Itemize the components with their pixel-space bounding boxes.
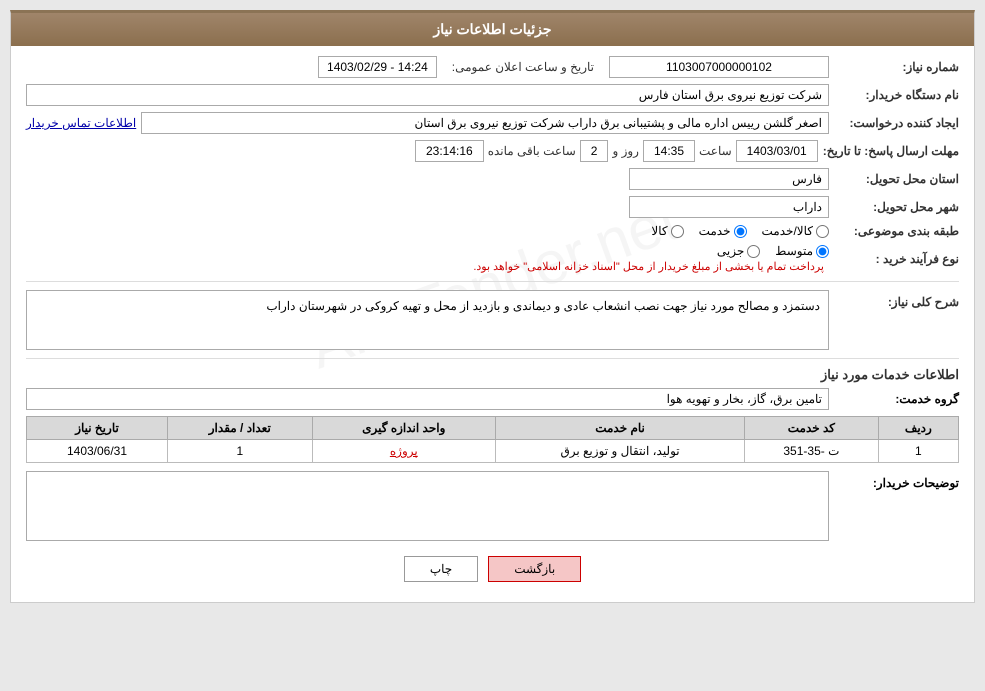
col-unit: واحد اندازه گیری: [312, 417, 495, 440]
category-khedmat-label: خدمت: [699, 224, 731, 238]
need-number-row: شماره نیاز: تاریخ و ساعت اعلان عمومی: 14…: [26, 56, 959, 78]
service-group-input[interactable]: [26, 388, 829, 410]
cell-date: 1403/06/31: [27, 440, 168, 463]
province-label: استان محل تحویل:: [829, 172, 959, 186]
category-kala-khedmat-radio[interactable]: [816, 225, 829, 238]
deadline-label: مهلت ارسال پاسخ: تا تاریخ:: [818, 144, 959, 158]
category-kala-label: کالا: [651, 224, 667, 238]
purchase-type-jozi[interactable]: جزیی: [717, 244, 760, 258]
purchase-type-row: نوع فرآیند خرید : متوسط جزیی: [26, 244, 959, 273]
creator-value: اصغر گلشن رییس اداره مالی و پشتیبانی برق…: [141, 112, 829, 134]
category-kala-radio[interactable]: [671, 225, 684, 238]
creator-label: ایجاد کننده درخواست:: [829, 116, 959, 130]
category-radio-group: کالا/خدمت خدمت کالا: [26, 224, 829, 238]
cell-unit[interactable]: پروژه: [312, 440, 495, 463]
province-input[interactable]: [629, 168, 829, 190]
deadline-time: 14:35: [643, 140, 695, 162]
category-khedmat[interactable]: خدمت: [699, 224, 747, 238]
divider-1: [26, 281, 959, 282]
purchase-type-motavasset[interactable]: متوسط: [775, 244, 829, 258]
description-label: شرح کلی نیاز:: [829, 290, 959, 309]
purchase-type-jozi-radio[interactable]: [747, 245, 760, 258]
city-input[interactable]: [629, 196, 829, 218]
service-group-label: گروه خدمت:: [829, 392, 959, 406]
deadline-date: 1403/03/01: [736, 140, 818, 162]
category-kala-khedmat-label: کالا/خدمت: [762, 224, 813, 238]
city-label: شهر محل تحویل:: [829, 200, 959, 214]
cell-service-name: تولید، انتقال و توزیع برق: [495, 440, 744, 463]
table-row: 1ت -35-351تولید، انتقال و توزیع برقپروژه…: [27, 440, 959, 463]
province-row: استان محل تحویل:: [26, 168, 959, 190]
deadline-time-label: ساعت: [699, 144, 732, 158]
deadline-days: 2: [580, 140, 609, 162]
purchase-type-motavasset-label: متوسط: [775, 244, 813, 258]
city-row: شهر محل تحویل:: [26, 196, 959, 218]
col-service-name: نام خدمت: [495, 417, 744, 440]
button-row: بازگشت چاپ: [26, 556, 959, 582]
description-value: دستمزد و مصالح مورد نیاز جهت نصب انشعاب …: [26, 290, 829, 350]
description-row: شرح کلی نیاز: دستمزد و مصالح مورد نیاز ج…: [26, 290, 959, 350]
print-button[interactable]: چاپ: [404, 556, 478, 582]
buyer-org-row: نام دستگاه خریدار:: [26, 84, 959, 106]
comments-textarea[interactable]: [26, 471, 829, 541]
need-number-input[interactable]: [609, 56, 829, 78]
panel-title: جزئیات اطلاعات نیاز: [433, 21, 551, 37]
purchase-type-motavasset-radio[interactable]: [816, 245, 829, 258]
service-group-row: گروه خدمت:: [26, 388, 959, 410]
purchase-type-note: پرداخت تمام یا بخشی از مبلغ خریدار از مح…: [26, 260, 829, 273]
deadline-row: مهلت ارسال پاسخ: تا تاریخ: 1403/03/01 سا…: [26, 140, 959, 162]
announce-date-value: 1403/02/29 - 14:24: [318, 56, 437, 78]
creator-row: ایجاد کننده درخواست: اصغر گلشن رییس ادار…: [26, 112, 959, 134]
category-label: طبقه بندی موضوعی:: [829, 224, 959, 238]
purchase-type-label: نوع فرآیند خرید :: [829, 252, 959, 266]
panel-header: جزئیات اطلاعات نیاز: [11, 13, 974, 46]
comments-label: توضیحات خریدار:: [829, 471, 959, 490]
deadline-days-label: روز و: [612, 144, 639, 158]
category-khedmat-radio[interactable]: [734, 225, 747, 238]
services-section-header: اطلاعات خدمات مورد نیاز: [26, 367, 959, 383]
services-table: ردیف کد خدمت نام خدمت واحد اندازه گیری ت…: [26, 416, 959, 463]
col-date: تاریخ نیاز: [27, 417, 168, 440]
cell-service-code: ت -35-351: [745, 440, 879, 463]
category-kala-khedmat[interactable]: کالا/خدمت: [762, 224, 829, 238]
col-row-num: ردیف: [878, 417, 958, 440]
deadline-remaining: 23:14:16: [415, 140, 484, 162]
comments-row: توضیحات خریدار:: [26, 471, 959, 544]
cell-row-num: 1: [878, 440, 958, 463]
col-service-code: کد خدمت: [745, 417, 879, 440]
buyer-org-label: نام دستگاه خریدار:: [829, 88, 959, 102]
cell-quantity: 1: [168, 440, 313, 463]
col-quantity: تعداد / مقدار: [168, 417, 313, 440]
announce-date-label: تاریخ و ساعت اعلان عمومی:: [452, 60, 594, 74]
back-button[interactable]: بازگشت: [488, 556, 581, 582]
divider-2: [26, 358, 959, 359]
purchase-type-jozi-label: جزیی: [717, 244, 744, 258]
category-row: طبقه بندی موضوعی: کالا/خدمت خدمت: [26, 224, 959, 238]
need-number-label: شماره نیاز:: [829, 60, 959, 74]
creator-contact-link[interactable]: اطلاعات تماس خریدار: [26, 116, 136, 130]
purchase-type-radio-group: متوسط جزیی: [26, 244, 829, 258]
category-kala[interactable]: کالا: [651, 224, 683, 238]
buyer-org-input[interactable]: [26, 84, 829, 106]
deadline-remaining-label: ساعت باقی مانده: [488, 144, 576, 158]
